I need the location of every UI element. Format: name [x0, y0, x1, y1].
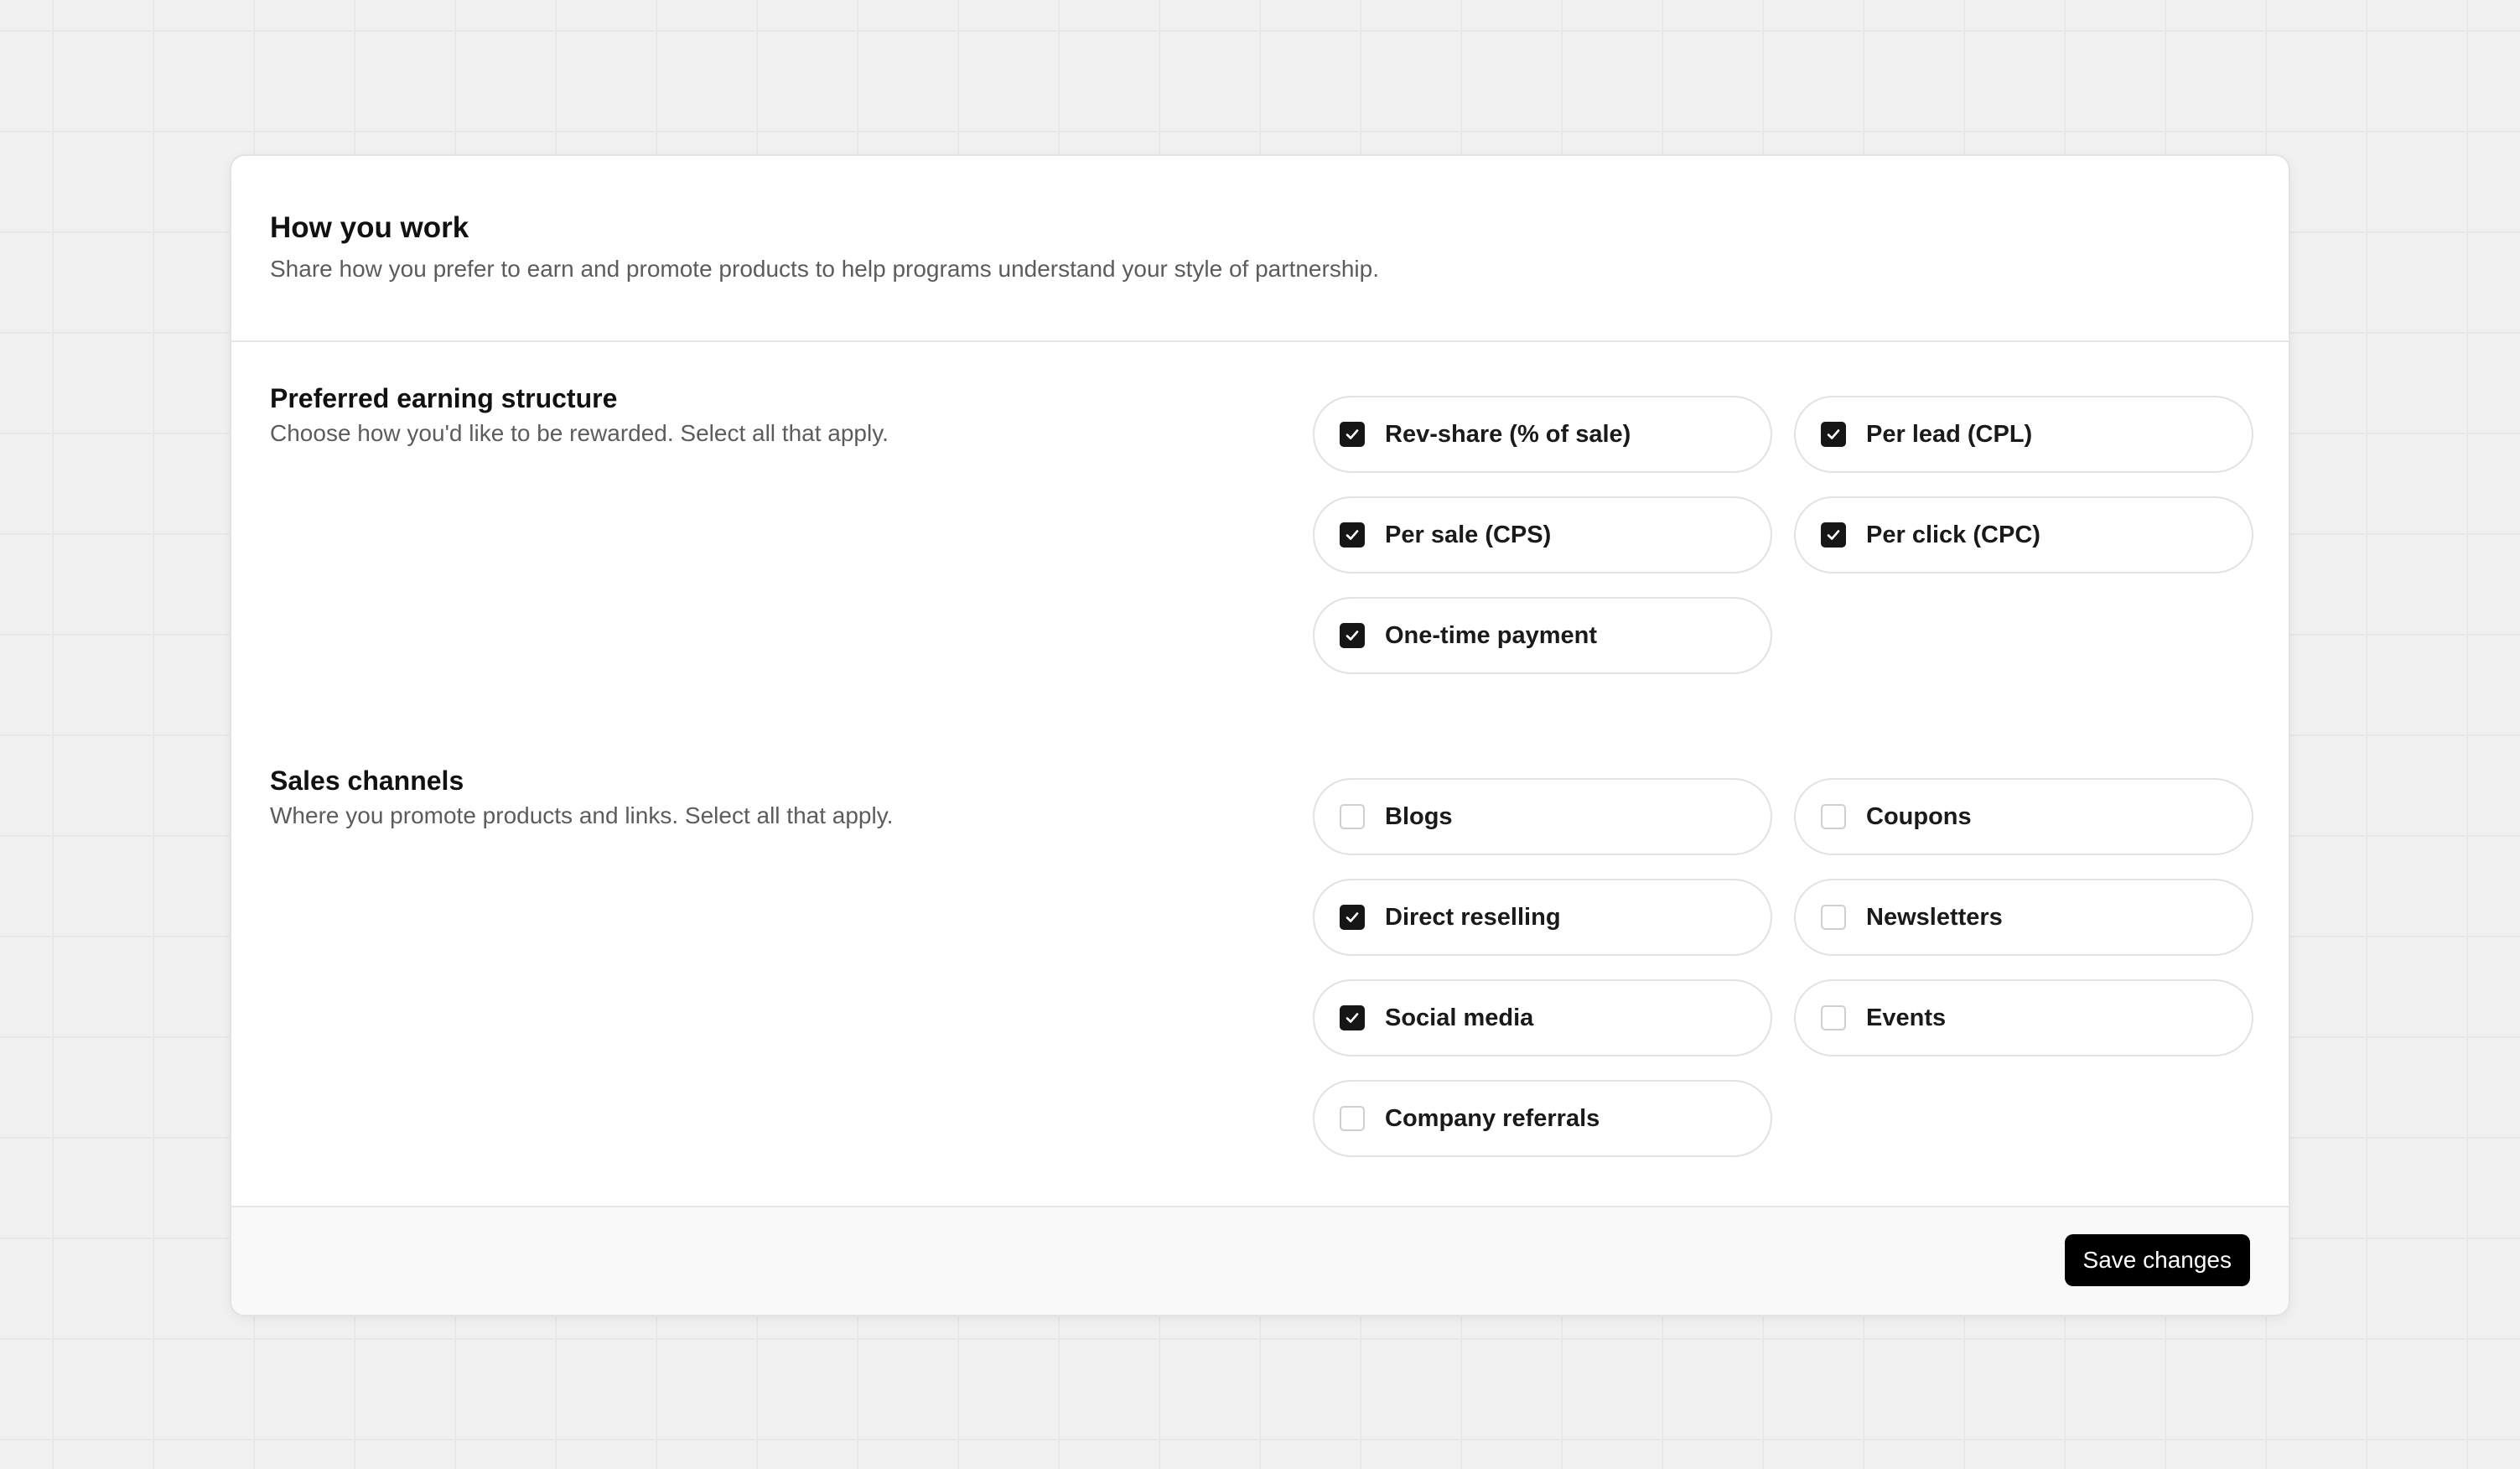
- checkbox[interactable]: [1821, 522, 1846, 548]
- option-newsletters[interactable]: Newsletters: [1794, 879, 2253, 956]
- option-coupons[interactable]: Coupons: [1794, 778, 2253, 855]
- checkbox[interactable]: [1821, 804, 1846, 829]
- option-label: Per click (CPC): [1866, 522, 2040, 548]
- option-events[interactable]: Events: [1794, 979, 2253, 1056]
- option-per-click[interactable]: Per click (CPC): [1794, 496, 2253, 574]
- check-icon: [1346, 1013, 1359, 1023]
- checkbox[interactable]: [1340, 905, 1365, 930]
- option-blogs[interactable]: Blogs: [1313, 778, 1772, 855]
- checkbox[interactable]: [1340, 422, 1365, 447]
- option-per-lead[interactable]: Per lead (CPL): [1794, 396, 2253, 473]
- option-label: Coupons: [1866, 803, 1972, 830]
- checkbox[interactable]: [1340, 804, 1365, 829]
- check-icon: [1346, 631, 1359, 641]
- channels-section-title: Sales channels: [270, 766, 464, 796]
- card-footer: Save changes: [231, 1206, 2289, 1315]
- option-label: Company referrals: [1385, 1105, 1600, 1132]
- check-icon: [1827, 429, 1840, 439]
- option-label: Events: [1866, 1004, 1947, 1031]
- option-one-time-payment[interactable]: One-time payment: [1313, 597, 1772, 674]
- check-icon: [1346, 530, 1359, 540]
- earning-section-title: Preferred earning structure: [270, 383, 618, 413]
- check-icon: [1346, 912, 1359, 922]
- earning-section-description: Choose how you'd like to be rewarded. Se…: [270, 420, 889, 446]
- option-social-media[interactable]: Social media: [1313, 979, 1772, 1056]
- option-company-referrals[interactable]: Company referrals: [1313, 1080, 1772, 1157]
- option-label: Rev-share (% of sale): [1385, 421, 1631, 448]
- settings-card: How you work Share how you prefer to ear…: [230, 154, 2290, 1316]
- check-icon: [1346, 429, 1359, 439]
- option-direct-reselling[interactable]: Direct reselling: [1313, 879, 1772, 956]
- option-label: One-time payment: [1385, 622, 1597, 649]
- option-label: Newsletters: [1866, 904, 2003, 931]
- option-rev-share[interactable]: Rev-share (% of sale): [1313, 396, 1772, 473]
- option-per-sale[interactable]: Per sale (CPS): [1313, 496, 1772, 574]
- option-label: Social media: [1385, 1004, 1534, 1031]
- checkbox[interactable]: [1821, 422, 1846, 447]
- channels-section-description: Where you promote products and links. Se…: [270, 802, 894, 828]
- option-label: Blogs: [1385, 803, 1453, 830]
- page-title: How you work: [270, 211, 469, 244]
- option-label: Direct reselling: [1385, 904, 1561, 931]
- checkbox[interactable]: [1821, 1005, 1846, 1030]
- checkbox[interactable]: [1340, 522, 1365, 548]
- page-description: Share how you prefer to earn and promote…: [270, 256, 1379, 282]
- option-label: Per sale (CPS): [1385, 522, 1552, 548]
- save-changes-button[interactable]: Save changes: [2064, 1234, 2250, 1286]
- checkbox[interactable]: [1340, 623, 1365, 648]
- checkbox[interactable]: [1340, 1106, 1365, 1131]
- checkbox[interactable]: [1821, 905, 1846, 930]
- option-label: Per lead (CPL): [1866, 421, 2033, 448]
- check-icon: [1827, 530, 1840, 540]
- checkbox[interactable]: [1340, 1005, 1365, 1030]
- card-header: How you work Share how you prefer to ear…: [231, 156, 2289, 342]
